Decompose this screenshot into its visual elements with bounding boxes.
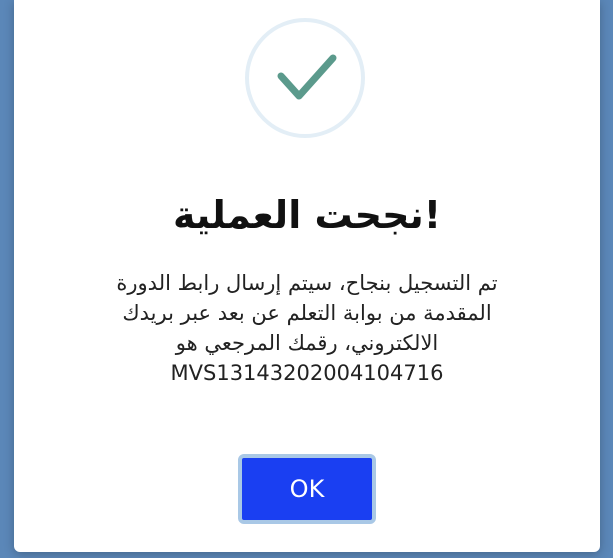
reference-number: MVS13143202004104716 <box>170 361 444 385</box>
success-dialog: !نجحت العملية تم التسجيل بنجاح، سيتم إرس… <box>14 0 600 552</box>
check-icon <box>277 54 337 100</box>
message-line-1: تم التسجيل بنجاح، سيتم إرسال رابط الدورة <box>116 271 498 295</box>
ok-button[interactable]: OK <box>238 454 376 524</box>
message-line-2: المقدمة من بوابة التعلم عن بعد عبر بريدك <box>122 301 492 325</box>
message-line-3: الالكتروني، رقمك المرجعي هو <box>175 331 439 355</box>
dialog-message: تم التسجيل بنجاح، سيتم إرسال رابط الدورة… <box>54 268 560 388</box>
dialog-title: !نجحت العملية <box>172 193 442 237</box>
success-icon-ring <box>245 18 365 138</box>
